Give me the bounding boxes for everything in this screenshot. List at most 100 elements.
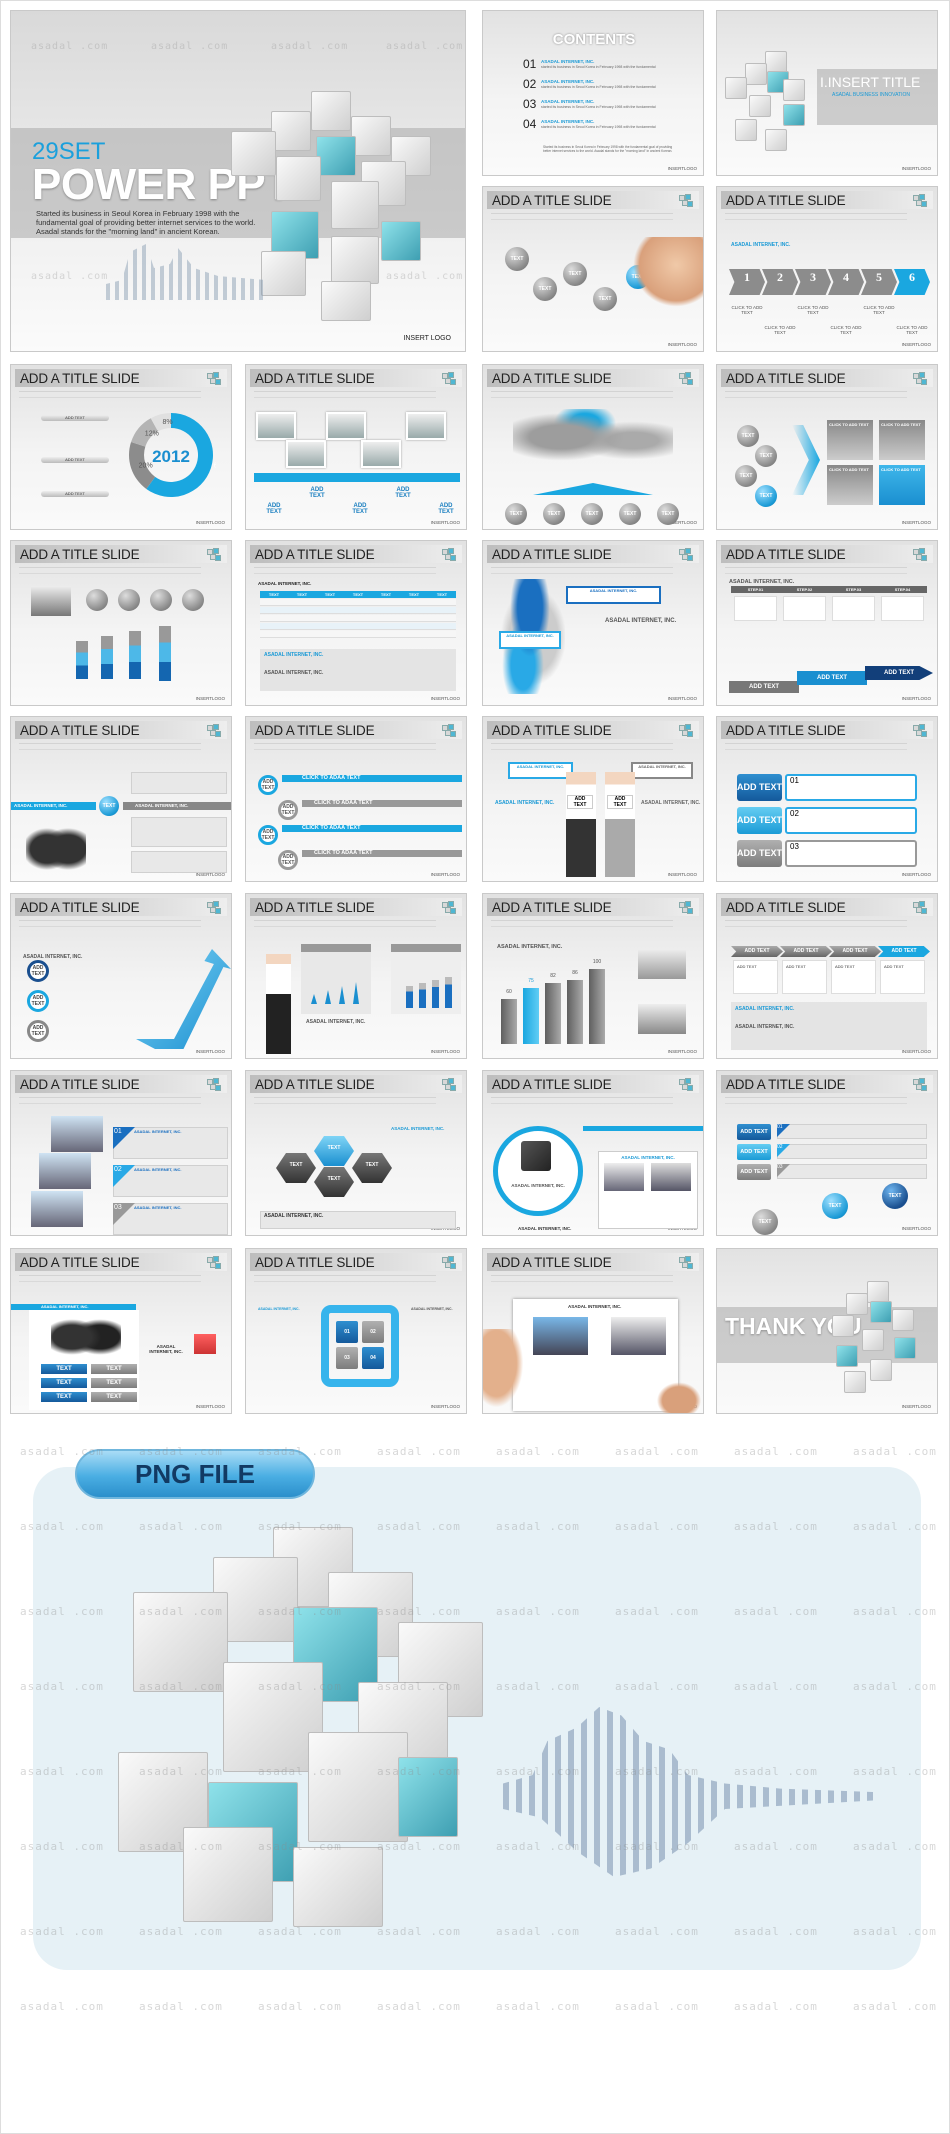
add-text-circle[interactable]: ADD TEXT <box>27 1020 49 1042</box>
slide-thumbnail[interactable]: ADD A TITLE SLIDE INSERTLOGOASADAL INTER… <box>10 893 232 1059</box>
slide-thumbnail[interactable]: ADD A TITLE SLIDE INSERTLOGO ADD TEXT ADD … <box>245 364 467 530</box>
text-button[interactable]: TEXT <box>91 1364 137 1374</box>
add-text-label[interactable]: ADD TEXT <box>436 503 456 515</box>
click-bar[interactable]: CLICK TO ADAA TEXT <box>302 800 462 807</box>
add-text-button[interactable]: ADD TEXT <box>737 807 782 834</box>
add-text-circle[interactable]: ADD TEXT <box>278 850 298 870</box>
add-text-tab[interactable]: ADD TEXT <box>878 946 930 957</box>
add-text-circle[interactable]: ADD TEXT <box>258 825 278 845</box>
slide-thumbnail[interactable]: ADD A TITLE SLIDE INSERTLOGO 60% 20% 12% 8% 2… <box>10 364 232 530</box>
numbered-tile[interactable]: 02 <box>362 1321 384 1343</box>
numbered-tile[interactable]: 04 <box>362 1347 384 1369</box>
slide-thumbnail[interactable]: ADD A TITLE SLIDE INSERTLOGOASADAL INTER… <box>482 893 704 1059</box>
add-text-label[interactable]: ADD TEXT <box>307 487 327 499</box>
text-bubble[interactable]: TEXT <box>735 465 757 487</box>
text-bubble[interactable]: TEXT <box>505 503 527 525</box>
slide-cover[interactable]: 29SET POWER PPT Started its business in … <box>10 10 466 352</box>
add-text-label[interactable]: ADD TEXT <box>393 487 413 499</box>
info-box[interactable]: CLICK TO ADD TEXT <box>879 465 925 505</box>
add-text-circle[interactable]: ADD TEXT <box>278 800 298 820</box>
numbered-tile[interactable]: 01 <box>336 1321 358 1343</box>
text-bubble[interactable]: TEXT <box>505 247 529 271</box>
text-sphere[interactable]: TEXT <box>752 1209 778 1235</box>
slide-section[interactable]: I.INSERT TITLE ASADAL BUSINESS INNOVATIO… <box>716 10 938 176</box>
add-text-label[interactable]: ADD TEXT <box>350 503 370 515</box>
step-tab[interactable]: STEP.03 <box>829 586 878 593</box>
text-sphere[interactable]: TEXT <box>822 1193 848 1219</box>
add-text-tab[interactable]: ADD TEXT <box>829 946 881 957</box>
text-button[interactable]: TEXT <box>41 1392 87 1402</box>
text-bubble[interactable]: TEXT <box>755 445 777 467</box>
hexagon[interactable]: TEXT <box>314 1136 354 1166</box>
slide-thumbnail[interactable]: ADD A TITLE SLIDE INSERTLOGOASADAL INTER… <box>10 1248 232 1414</box>
add-text-tab[interactable]: ADD TEXT <box>780 946 832 957</box>
add-text-pill[interactable]: ADD TEXT <box>41 491 109 497</box>
text-button[interactable]: TEXT <box>41 1364 87 1374</box>
add-text-circle[interactable]: ADD TEXT <box>27 960 49 982</box>
text-button[interactable]: TEXT <box>41 1378 87 1388</box>
slide-thumbnail[interactable]: ADD A TITLE SLIDE INSERTLOGOTEXTTEXTTEXT… <box>482 186 704 352</box>
slide-thumbnail[interactable]: ADD A TITLE SLIDE INSERTLOGO ADD TEXT ADD … <box>716 893 938 1059</box>
text-bubble[interactable]: TEXT <box>619 503 641 525</box>
slide-thumbnail[interactable]: ADD A TITLE SLIDE INSERTLOGO ADD TEXT 01 AD… <box>716 1070 938 1236</box>
add-text-arrow[interactable]: ADD TEXT <box>865 666 933 680</box>
slide-thumbnail[interactable]: ADD A TITLE SLIDE INSERTLOGOASADAL INTER… <box>716 540 938 706</box>
hexagon[interactable]: TEXT <box>314 1167 354 1197</box>
step-tab[interactable]: STEP.04 <box>878 586 927 593</box>
info-box[interactable]: CLICK TO ADD TEXT <box>827 420 873 460</box>
text-sphere[interactable]: TEXT <box>882 1183 908 1209</box>
step-tab[interactable]: STEP.02 <box>780 586 829 593</box>
add-text-arrow[interactable]: ADD TEXT <box>797 671 867 685</box>
slide-thumbnail[interactable]: ADD A TITLE SLIDE INSERTLOGO ADD TEXT CLIC… <box>245 716 467 882</box>
text-bubble[interactable]: TEXT <box>543 503 565 525</box>
text-button[interactable]: TEXT <box>91 1378 137 1388</box>
slide-thumbnail[interactable]: ADD A TITLE SLIDE INSERTLOGO01ASADAL INT… <box>10 1070 232 1236</box>
png-file-button[interactable]: PNG FILE <box>75 1449 315 1499</box>
step-arrow[interactable]: 3 <box>795 269 831 295</box>
click-bar[interactable]: CLICK TO ADAA TEXT <box>302 850 462 857</box>
add-text-tab[interactable]: ADD TEXT <box>731 946 783 957</box>
step-tab[interactable]: STEP.01 <box>731 586 780 593</box>
step-arrow[interactable]: 6 <box>894 269 930 295</box>
text-bubble[interactable]: TEXT <box>99 796 119 816</box>
slide-thumbnail[interactable]: ADD A TITLE SLIDE INSERTLOGOASADAL INTER… <box>482 1248 704 1414</box>
text-bubble[interactable]: TEXT <box>581 503 603 525</box>
text-bubble[interactable]: TEXT <box>563 262 587 286</box>
numbered-row[interactable]: 02 <box>785 807 917 834</box>
add-text-circle[interactable]: ADD TEXT <box>27 990 49 1012</box>
text-bubble[interactable]: TEXT <box>737 425 759 447</box>
info-box[interactable]: CLICK TO ADD TEXT <box>879 420 925 460</box>
step-arrow[interactable]: 5 <box>861 269 897 295</box>
add-text-arrow[interactable]: ADD TEXT <box>729 681 799 693</box>
hexagon[interactable]: TEXT <box>352 1153 392 1183</box>
info-box[interactable]: CLICK TO ADD TEXT <box>827 465 873 505</box>
slide-thumbnail[interactable]: ADD A TITLE SLIDE INSERTLOGO 01 02 03 04 ASAD… <box>245 1248 467 1414</box>
slide-thumbnail[interactable]: ADD A TITLE SLIDE INSERTLOGOASADAL INTER… <box>482 540 704 706</box>
add-text-button[interactable]: ADD TEXT <box>737 1144 771 1160</box>
add-text-button[interactable]: ADD TEXT <box>737 774 782 801</box>
text-bubble[interactable]: TEXT <box>593 287 617 311</box>
click-bar[interactable]: CLICK TO ADAA TEXT <box>282 775 462 782</box>
slide-thumbnail[interactable]: ADD A TITLE SLIDE INSERTLOGO <box>10 540 232 706</box>
numbered-tile[interactable]: 03 <box>336 1347 358 1369</box>
add-text-pill[interactable]: ADD TEXT <box>41 457 109 463</box>
hexagon[interactable]: TEXT <box>276 1153 316 1183</box>
slide-thank-you[interactable]: THANK YOU INSERTLOGO <box>716 1248 938 1414</box>
text-bubble[interactable]: TEXT <box>533 277 557 301</box>
slide-thumbnail[interactable]: ADD A TITLE SLIDE INSERTLOGO 1 CLICK TO AD… <box>716 186 938 352</box>
add-text-button[interactable]: ADD TEXT <box>737 840 782 867</box>
slide-thumbnail[interactable]: ADD A TITLE SLIDE INSERTLOGOASADAL INTER… <box>245 893 467 1059</box>
add-text-button[interactable]: ADD TEXT <box>737 1164 771 1180</box>
slide-thumbnail[interactable]: ADD A TITLE SLIDE INSERTLOGOASADAL INTER… <box>10 716 232 882</box>
add-text-circle[interactable]: ADD TEXT <box>258 775 278 795</box>
step-arrow[interactable]: 1 <box>729 269 765 295</box>
slide-thumbnail[interactable]: ADD A TITLE SLIDE INSERTLOGO ADD TEXT 01 AD… <box>716 716 938 882</box>
numbered-row[interactable]: 03 <box>785 840 917 867</box>
sign-board[interactable]: ADD TEXT <box>567 795 593 809</box>
numbered-row[interactable]: 01 <box>785 774 917 801</box>
step-arrow[interactable]: 2 <box>762 269 798 295</box>
text-bubble[interactable]: TEXT <box>657 503 679 525</box>
text-button[interactable]: TEXT <box>91 1392 137 1402</box>
add-text-label[interactable]: ADD TEXT <box>264 503 284 515</box>
slide-thumbnail[interactable]: ADD A TITLE SLIDE INSERTLOGOTEXTTEXTTEXT… <box>716 364 938 530</box>
